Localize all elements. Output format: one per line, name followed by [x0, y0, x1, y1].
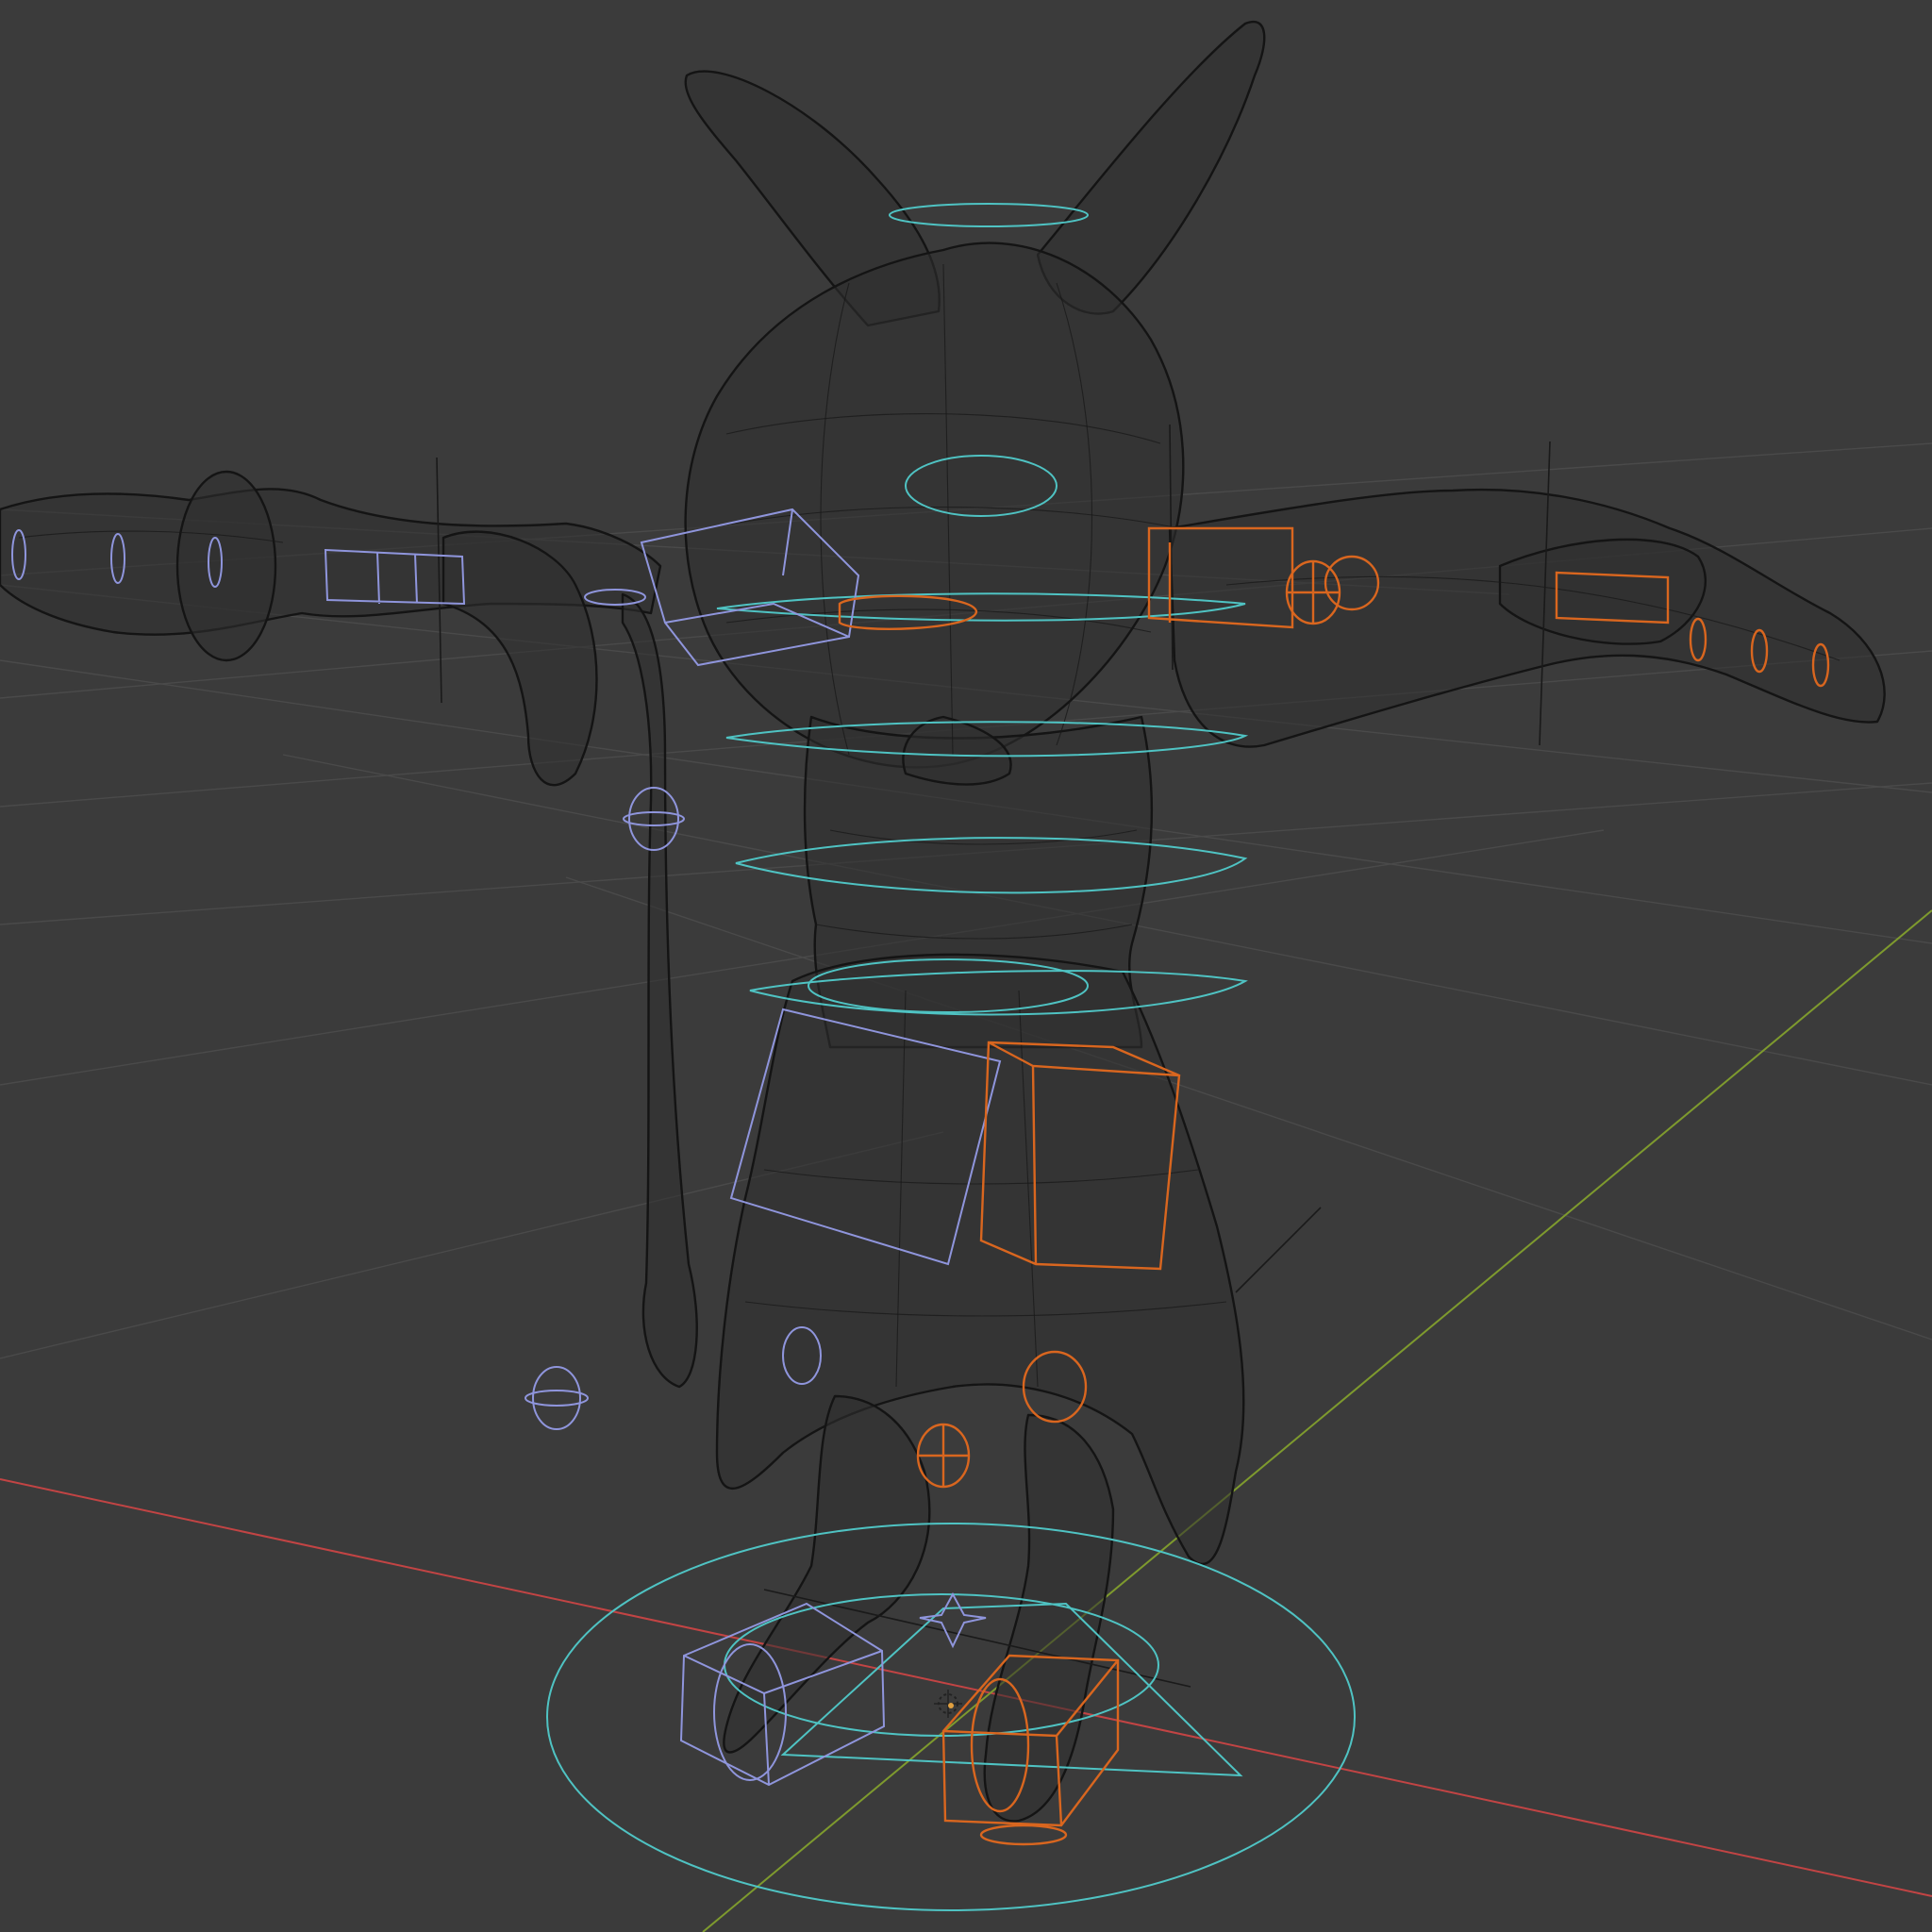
right-heel-control[interactable] [979, 1824, 1068, 1846]
head-top-control[interactable] [889, 203, 1089, 227]
3d-viewport[interactable] [0, 0, 1932, 1932]
character-mesh[interactable] [0, 20, 1886, 1823]
x-axis-line [0, 1478, 1932, 1897]
left-pole-control[interactable] [532, 1366, 581, 1430]
left-pole-control-ring[interactable] [525, 1390, 589, 1407]
root-control[interactable] [546, 1523, 1356, 1911]
viewport-canvas[interactable] [0, 0, 1932, 1932]
